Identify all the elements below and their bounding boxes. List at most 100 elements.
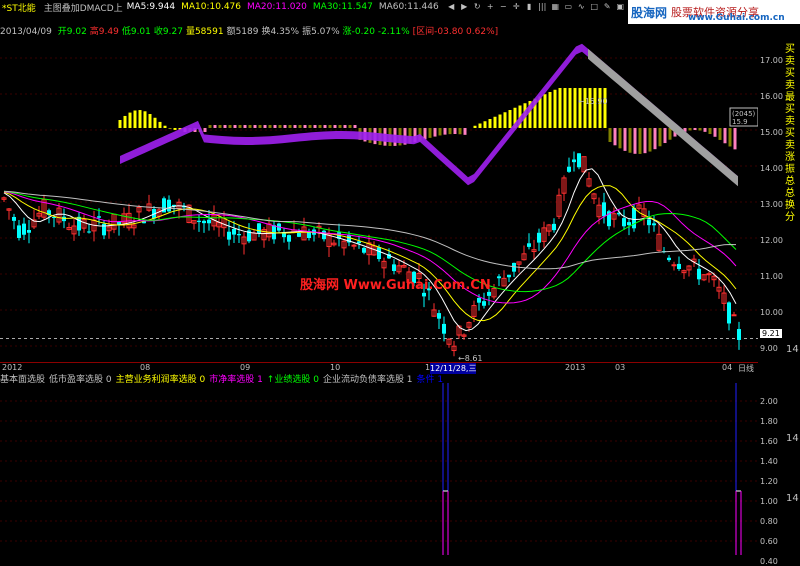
macd-bar bbox=[273, 125, 277, 128]
macd-bar bbox=[593, 88, 597, 128]
macd-bar bbox=[318, 125, 322, 128]
current-price-marker: 9.21 bbox=[760, 329, 782, 338]
refresh-icon[interactable]: ↻ bbox=[473, 2, 482, 11]
date-axis: 20120809101112/11/28,三20130304日线 bbox=[0, 362, 758, 374]
macd-bar bbox=[173, 128, 177, 130]
candle-body bbox=[197, 220, 201, 223]
candle-body bbox=[297, 232, 301, 237]
macd-bar bbox=[563, 88, 567, 128]
candle-body bbox=[647, 219, 651, 226]
macd-bar bbox=[638, 128, 642, 154]
side-tab[interactable]: 分 bbox=[785, 208, 800, 223]
candle-body bbox=[697, 268, 701, 280]
sub-axis-edge-label: 14 bbox=[786, 493, 799, 504]
macd-bar bbox=[288, 125, 292, 128]
sub-indicator-chart[interactable] bbox=[0, 383, 758, 555]
candle-body bbox=[97, 216, 101, 218]
sub-axis-edge-label: 14 bbox=[786, 433, 799, 444]
candle-body bbox=[622, 218, 626, 227]
candle-body bbox=[632, 207, 636, 229]
crosshair-icon[interactable]: ✛ bbox=[512, 2, 521, 11]
macd-bar bbox=[493, 116, 497, 128]
forward-icon[interactable]: ▶ bbox=[460, 2, 469, 11]
candle-body bbox=[482, 301, 486, 306]
macd-bar bbox=[548, 92, 552, 128]
kline-icon[interactable]: ▮ bbox=[525, 2, 534, 11]
window-icon[interactable]: ▭ bbox=[564, 2, 573, 11]
ma5-label: MA5:9.944 bbox=[126, 2, 176, 12]
price-chart[interactable]: ←15.90 ←8.61 (2045)15.9 bbox=[0, 36, 758, 362]
camera-icon[interactable]: ▣ bbox=[616, 2, 625, 11]
draw-icon[interactable]: ✎ bbox=[603, 2, 612, 11]
candle-body bbox=[62, 216, 66, 222]
candle-body bbox=[87, 231, 91, 233]
logo-url: www.Guhai.com.cn bbox=[688, 13, 785, 23]
candle-body bbox=[577, 153, 581, 168]
macd-ribbon bbox=[120, 43, 738, 186]
macd-bar bbox=[253, 125, 257, 128]
macd-bar bbox=[708, 128, 712, 135]
zoom-in-icon[interactable]: + bbox=[486, 2, 495, 11]
macd-bar bbox=[473, 125, 477, 128]
candle-body bbox=[602, 202, 606, 217]
indicator-name[interactable]: 主图叠加DMACD上 bbox=[44, 1, 123, 14]
back-icon[interactable]: ◀ bbox=[447, 2, 456, 11]
zoom-out-icon[interactable]: − bbox=[499, 2, 508, 11]
stock-name[interactable]: *ST北能 bbox=[2, 1, 36, 14]
watermark: 股海网 Www.Guhai.Com.CN bbox=[300, 278, 491, 293]
macd-bar bbox=[723, 128, 727, 144]
date-tick-label: 08 bbox=[140, 363, 151, 372]
candle-body bbox=[237, 233, 241, 236]
macd-bar bbox=[488, 119, 492, 128]
macd-bar bbox=[338, 125, 342, 128]
bars-icon[interactable]: ||| bbox=[538, 2, 547, 11]
indicator-icon[interactable]: ∿ bbox=[577, 2, 586, 11]
date-tick-label: 10 bbox=[330, 363, 341, 372]
candle-body bbox=[357, 241, 361, 244]
macd-bar bbox=[163, 125, 167, 128]
macd-bar bbox=[463, 128, 467, 135]
price-tick-label: 15.00 bbox=[760, 128, 783, 137]
sub-tick-label: 1.60 bbox=[760, 437, 778, 446]
candle-body bbox=[12, 216, 16, 221]
macd-bar bbox=[118, 120, 122, 128]
macd-bar bbox=[343, 125, 347, 128]
macd-bar bbox=[628, 128, 632, 153]
macd-bar bbox=[668, 128, 672, 140]
ma10-line bbox=[3, 185, 737, 322]
date-tick-label: 2012 bbox=[2, 363, 23, 372]
macd-bar bbox=[663, 128, 667, 144]
macd-bar bbox=[483, 121, 487, 128]
macd-bar bbox=[718, 128, 722, 140]
candle-body bbox=[22, 223, 26, 235]
price-tick-label: 12.00 bbox=[760, 236, 783, 245]
macd-bar bbox=[538, 96, 542, 128]
macd-bar bbox=[353, 125, 357, 128]
macd-bar bbox=[168, 128, 172, 129]
macd-bar bbox=[553, 89, 557, 128]
price-tick-label: 9.00 bbox=[760, 344, 778, 353]
macd-bar bbox=[213, 125, 217, 128]
candle-body bbox=[497, 276, 501, 279]
macd-bar bbox=[578, 88, 582, 128]
macd-bar bbox=[258, 125, 262, 128]
site-logo: 股海网 股票软件资源分享 www.Guhai.com.cn bbox=[628, 0, 800, 24]
macd-bar bbox=[453, 128, 457, 135]
sub-tick-label: 0.60 bbox=[760, 537, 778, 546]
candle-body bbox=[527, 243, 531, 247]
macd-bar bbox=[603, 88, 607, 128]
grid-icon[interactable]: ▦ bbox=[551, 2, 560, 11]
date-tick-label: 04 bbox=[722, 363, 733, 372]
macd-bar bbox=[323, 125, 327, 128]
price-tick-label: 10.00 bbox=[760, 308, 783, 317]
rect-icon[interactable]: □ bbox=[590, 2, 599, 11]
macd-bar bbox=[158, 121, 162, 128]
macd-bar bbox=[218, 125, 222, 128]
candle-body bbox=[737, 329, 741, 340]
macd-bar bbox=[268, 125, 272, 128]
macd-bar bbox=[623, 128, 627, 151]
candle-body bbox=[207, 219, 211, 224]
candle-body bbox=[671, 264, 677, 267]
candle-body bbox=[392, 264, 396, 271]
candle-body bbox=[362, 247, 366, 253]
